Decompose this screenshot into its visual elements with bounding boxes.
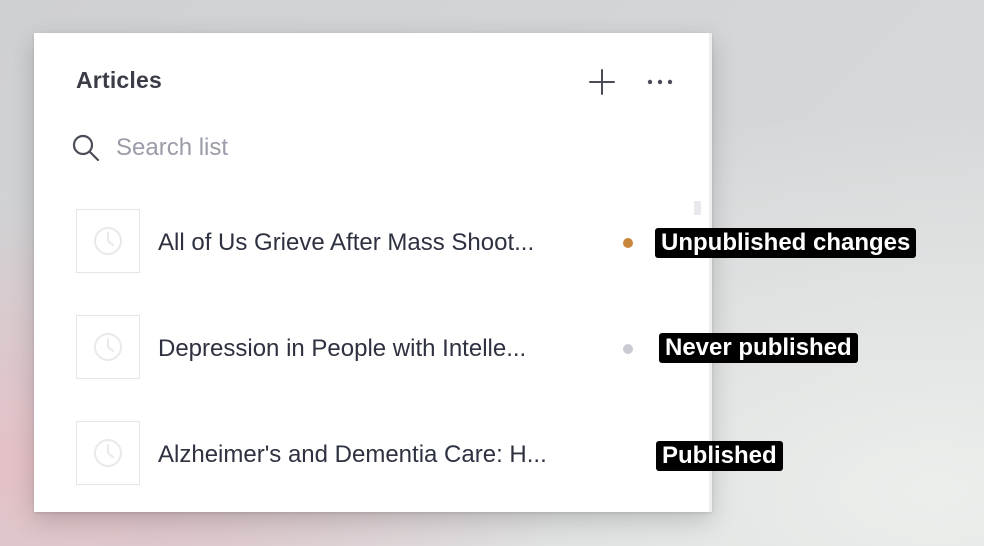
clock-icon (94, 227, 122, 255)
article-title: All of Us Grieve After Mass Shoot... (158, 229, 535, 256)
list-item[interactable]: Alzheimer's and Dementia Care: H... (34, 405, 684, 505)
article-thumbnail (76, 421, 140, 485)
article-title: Depression in People with Intelle... (158, 335, 527, 362)
article-thumbnail (76, 209, 140, 273)
list-item[interactable]: Depression in People with Intelle... (34, 299, 684, 399)
status-dot-never-published (623, 344, 633, 354)
article-thumbnail (76, 315, 140, 379)
ellipsis-icon (647, 79, 673, 85)
panel-header: Articles (34, 33, 712, 129)
add-article-button[interactable] (584, 64, 620, 100)
clock-icon (94, 439, 122, 467)
list-item[interactable]: All of Us Grieve After Mass Shoot... (34, 193, 684, 293)
articles-panel: Articles Search list All of Us Grieve Af… (34, 33, 712, 512)
plus-icon (589, 69, 615, 95)
status-tooltip-published: Published (656, 441, 783, 471)
status-dot-unpublished-changes (623, 238, 633, 248)
more-options-button[interactable] (642, 64, 678, 100)
search-bar (70, 128, 670, 168)
search-icon (72, 134, 100, 162)
scrollbar-thumb[interactable] (694, 201, 701, 215)
search-input[interactable] (116, 131, 616, 165)
status-tooltip-unpublished-changes: Unpublished changes (655, 228, 917, 258)
clock-icon (94, 333, 122, 361)
status-tooltip-never-published: Never published (659, 333, 858, 363)
article-title: Alzheimer's and Dementia Care: H... (158, 441, 547, 468)
panel-title: Articles (76, 67, 162, 93)
